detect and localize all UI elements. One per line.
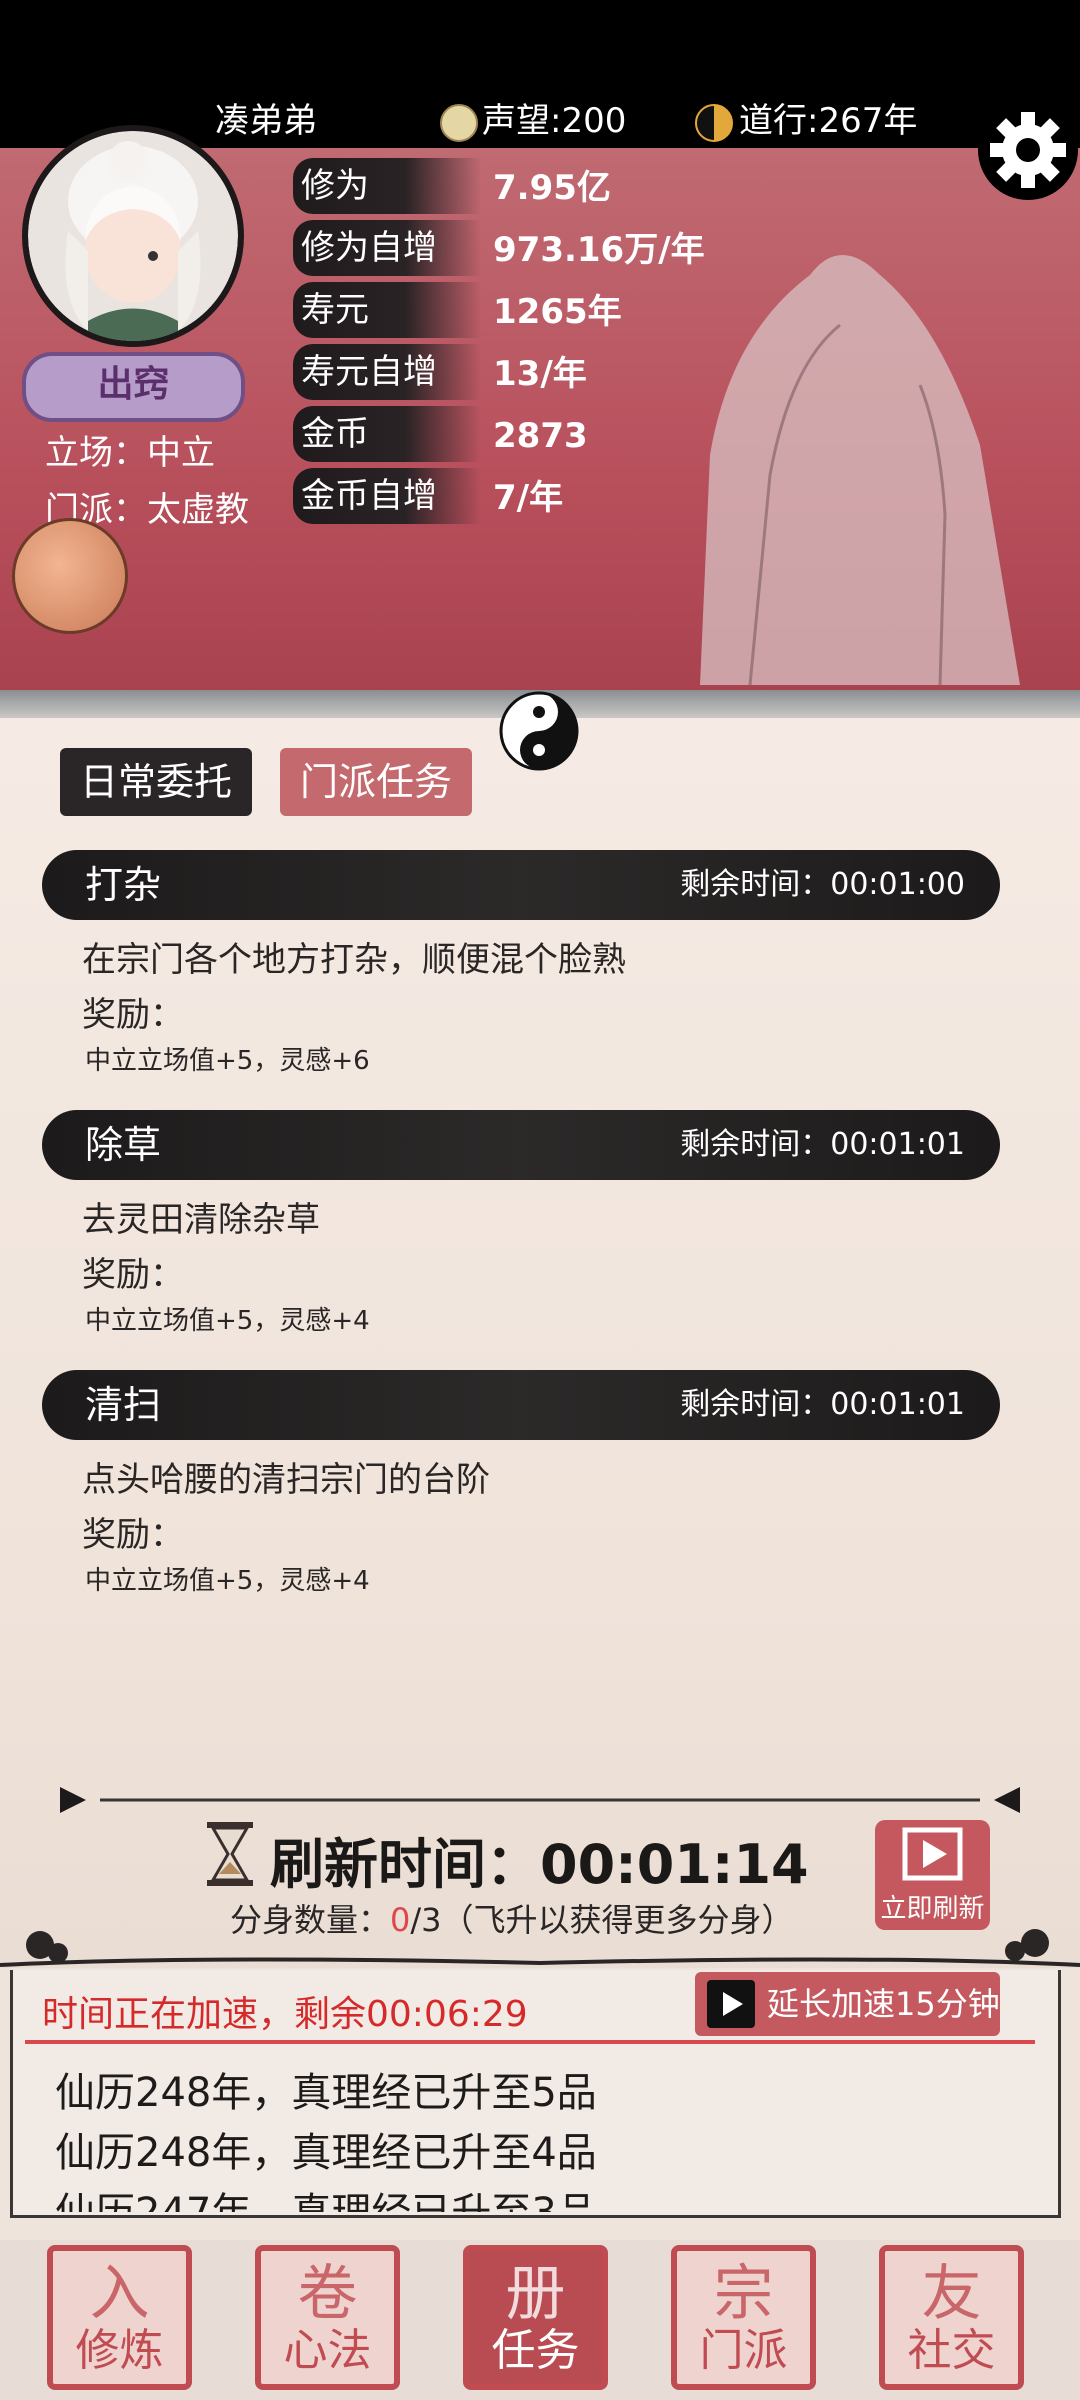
out-of-body-button[interactable]: 出窍 bbox=[22, 352, 245, 422]
nav-tasks[interactable]: 册 任务 bbox=[463, 2245, 608, 2390]
settings-gear-icon[interactable] bbox=[978, 100, 1078, 200]
stat-label-gold: 金币 bbox=[293, 406, 481, 462]
task-description: 在宗门各个地方打杂，顺便混个脸熟 bbox=[82, 940, 626, 980]
log-line: 仙历247年，真理经已升至3品 bbox=[55, 2180, 597, 2212]
book-icon: 册 bbox=[505, 2259, 566, 2329]
task-title: 除草 bbox=[85, 1123, 162, 1167]
task-remaining-time: 剩余时间：00:01:00 bbox=[680, 867, 965, 902]
task-reward-detail: 中立立场值+5，灵感+6 bbox=[85, 1046, 370, 1076]
yinyang-icon bbox=[695, 103, 733, 142]
mountain-illustration bbox=[700, 255, 1020, 685]
dao: 道行:267年 bbox=[695, 96, 917, 146]
task-reward-label: 奖励： bbox=[82, 995, 184, 1035]
stat-label-cultivation-rate: 修为自增 bbox=[293, 220, 481, 276]
bag-icon[interactable] bbox=[12, 518, 128, 634]
refresh-timer: 刷新时间：00:01:14 bbox=[270, 1833, 809, 1896]
task-description: 点头哈腰的清扫宗门的台阶 bbox=[82, 1460, 490, 1500]
nav-social[interactable]: 友 社交 bbox=[879, 2245, 1024, 2390]
reputation: 声望:200 bbox=[440, 96, 626, 146]
nav-sect[interactable]: 宗 门派 bbox=[671, 2245, 816, 2390]
play-icon bbox=[707, 1980, 755, 2028]
stat-value-lifespan: 1265年 bbox=[493, 292, 622, 332]
tab-daily-commission[interactable]: 日常委托 bbox=[60, 748, 253, 816]
pavilion-icon: 宗 bbox=[713, 2259, 774, 2329]
stat-label-lifespan-rate: 寿元自增 bbox=[293, 344, 481, 400]
stat-value-cultivation-rate: 973.16万/年 bbox=[493, 230, 705, 270]
refresh-divider bbox=[60, 1787, 1020, 1813]
log-line: 仙历248年，真理经已升至4品 bbox=[55, 2130, 597, 2176]
task-remaining-time: 剩余时间：00:01:01 bbox=[680, 1127, 965, 1162]
task-reward-label: 奖励： bbox=[82, 1515, 184, 1555]
avatar[interactable] bbox=[22, 125, 244, 347]
scroll-icon: 卷 bbox=[297, 2259, 358, 2329]
nav-cultivate[interactable]: ⼊ 修炼 bbox=[47, 2245, 192, 2390]
speedup-status: 时间正在加速，剩余00:06:29 bbox=[42, 1994, 528, 2035]
stat-label-cultivation: 修为 bbox=[293, 158, 481, 214]
friends-icon: 友 bbox=[921, 2259, 982, 2329]
task-title: 清扫 bbox=[85, 1383, 162, 1427]
task-remaining-time: 剩余时间：00:01:01 bbox=[680, 1387, 965, 1422]
stat-value-lifespan-rate: 13/年 bbox=[493, 354, 587, 394]
stat-value-gold: 2873 bbox=[493, 416, 588, 456]
stat-label-lifespan: 寿元 bbox=[293, 282, 481, 338]
coin-icon bbox=[440, 103, 478, 142]
extend-speedup-button[interactable]: 延长加速15分钟 bbox=[695, 1972, 1000, 2036]
cultivate-icon: ⼊ bbox=[89, 2259, 150, 2329]
ink-landscape-decoration bbox=[0, 1929, 1080, 1967]
stat-value-gold-rate: 7/年 bbox=[493, 478, 564, 518]
speedup-divider bbox=[25, 2040, 1035, 2044]
task-reward-detail: 中立立场值+5，灵感+4 bbox=[85, 1306, 370, 1336]
player-name: 凑弟弟 bbox=[215, 101, 317, 141]
play-icon bbox=[902, 1827, 963, 1881]
stance-label: 立场：中立 bbox=[45, 433, 215, 473]
hourglass-icon bbox=[207, 1822, 253, 1886]
nav-mind-method[interactable]: 卷 心法 bbox=[255, 2245, 400, 2390]
task-title: 打杂 bbox=[85, 863, 162, 907]
stat-value-cultivation: 7.95亿 bbox=[493, 168, 611, 208]
task-description: 去灵田清除杂草 bbox=[82, 1200, 320, 1240]
stat-label-gold-rate: 金币自增 bbox=[293, 468, 481, 524]
log-line: 仙历248年，真理经已升至5品 bbox=[55, 2070, 597, 2116]
task-reward-label: 奖励： bbox=[82, 1255, 184, 1295]
tab-sect-tasks[interactable]: 门派任务 bbox=[280, 748, 473, 816]
yinyang-emblem-icon bbox=[499, 691, 579, 771]
task-reward-detail: 中立立场值+5，灵感+4 bbox=[85, 1566, 370, 1596]
